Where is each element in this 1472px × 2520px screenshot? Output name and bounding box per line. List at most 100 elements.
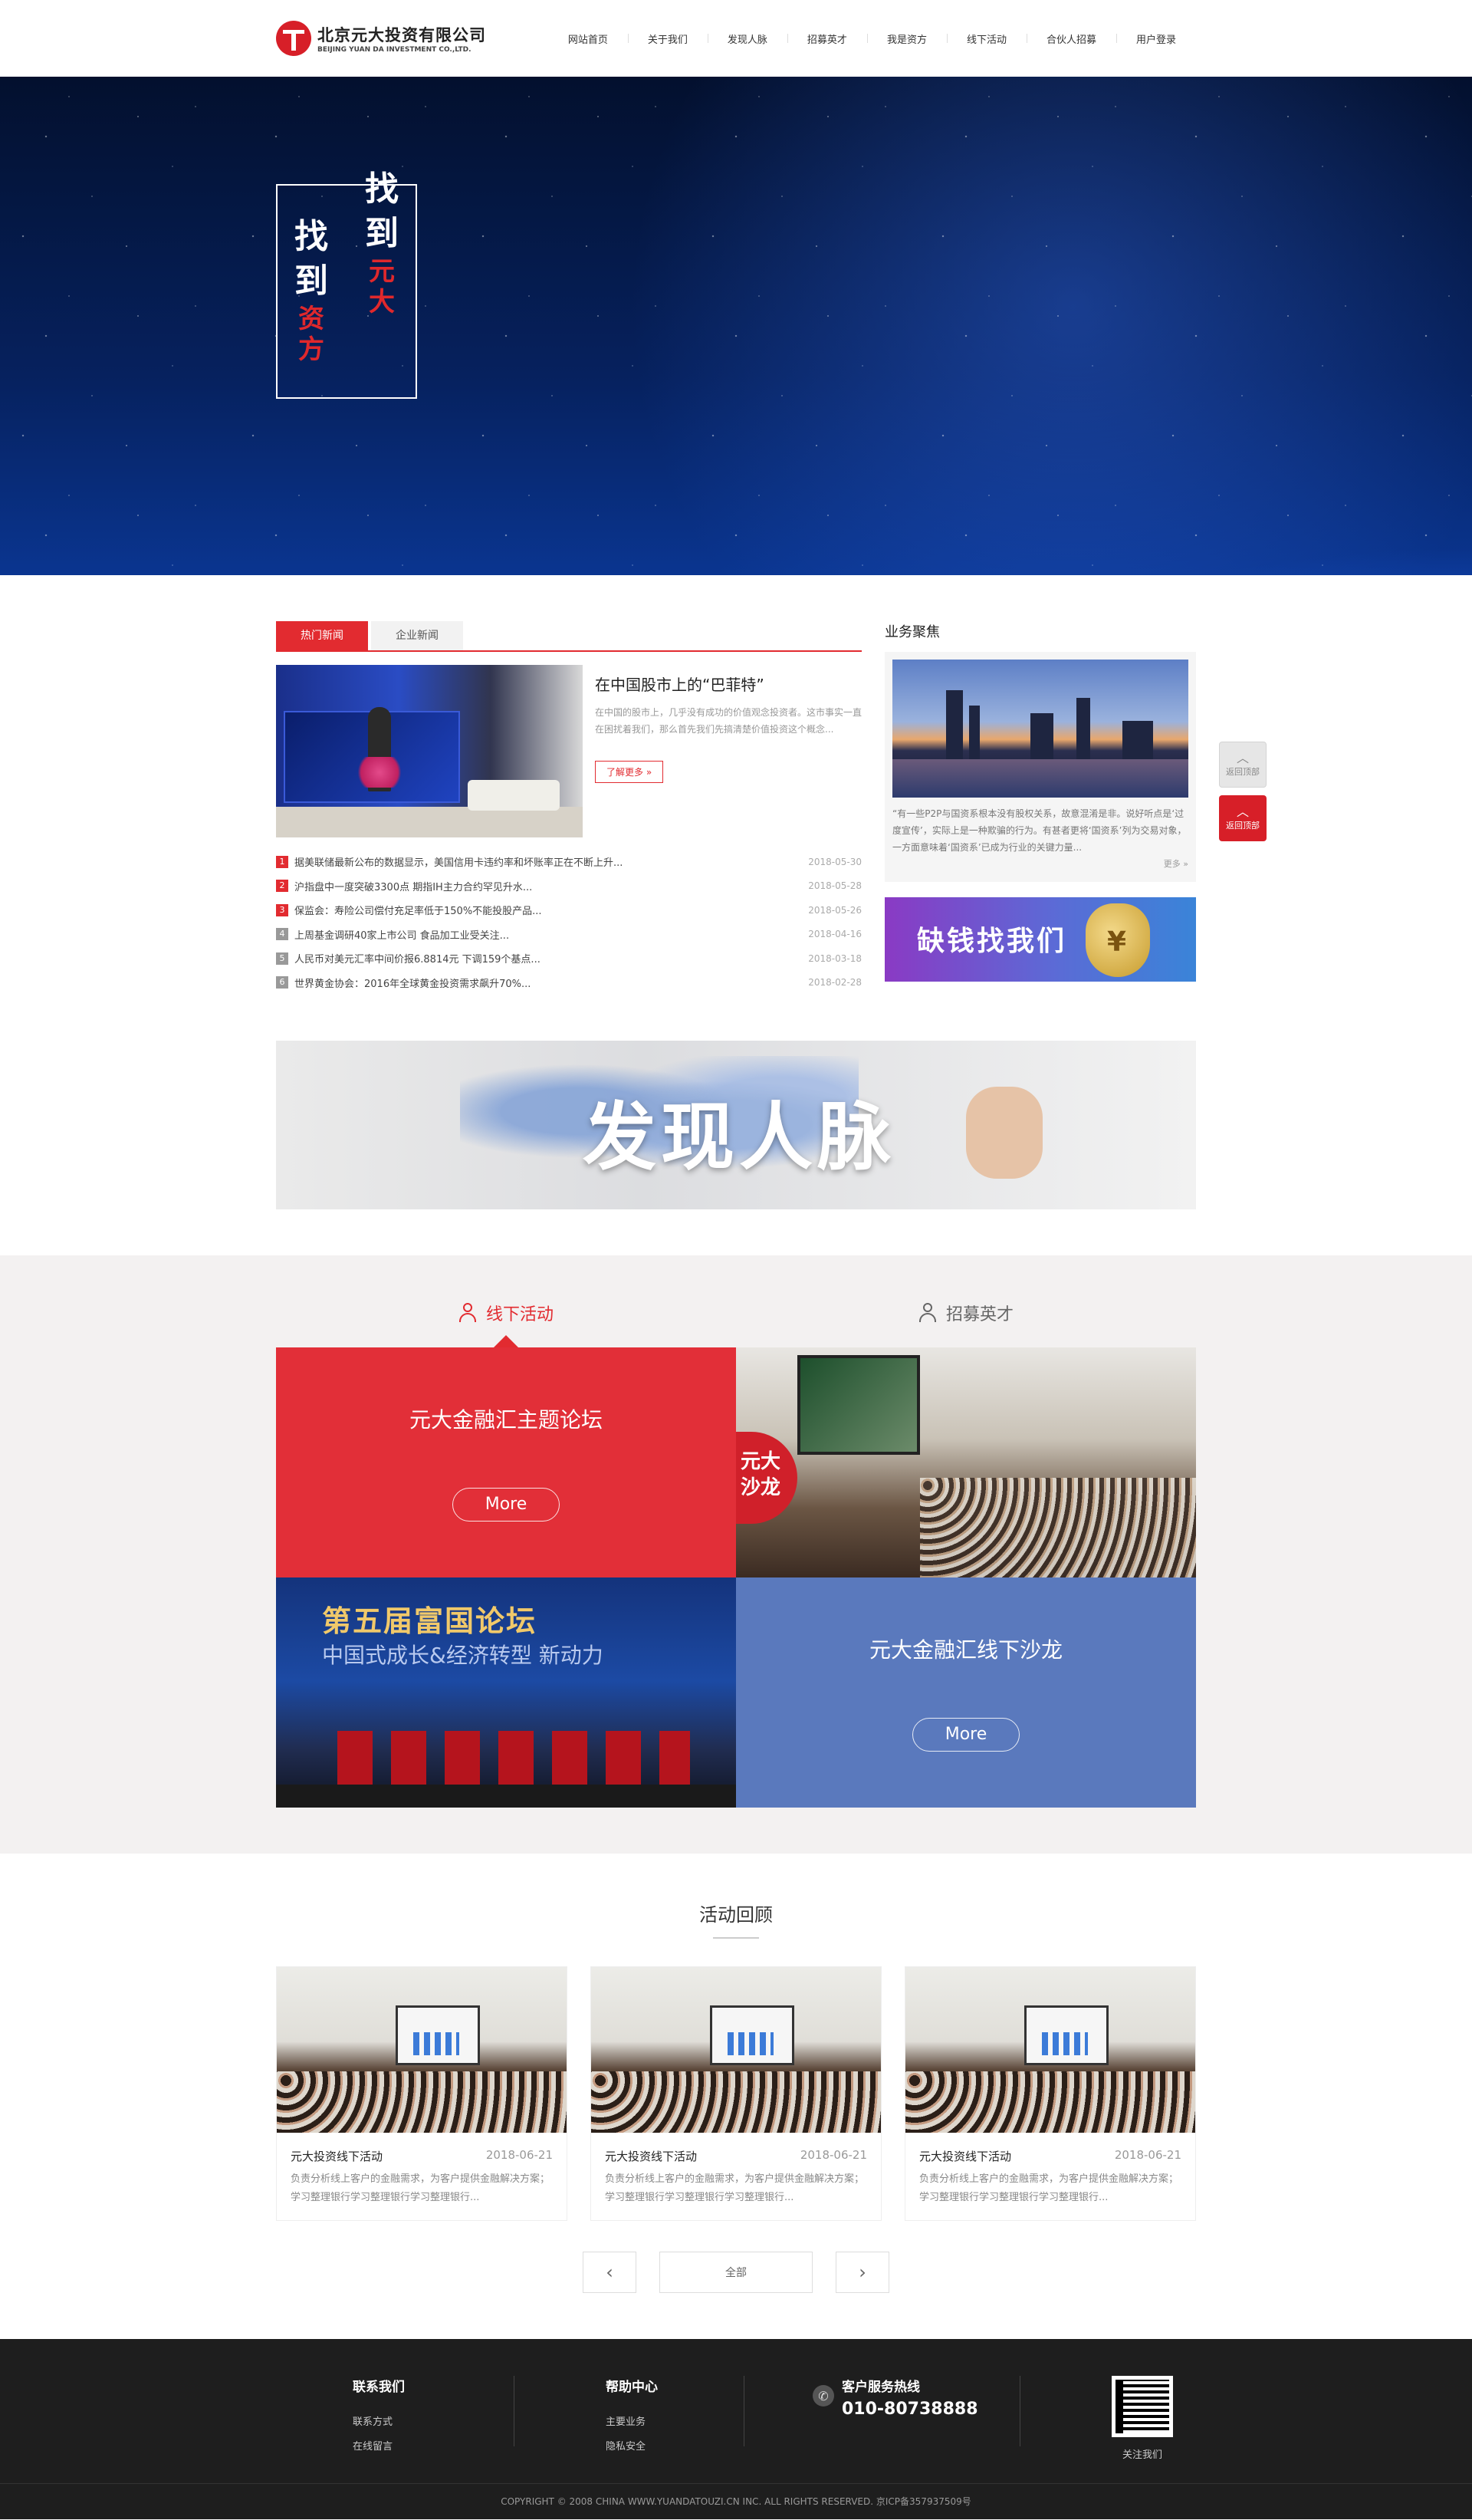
card-title: 元大投资线下活动 (919, 2150, 1012, 2163)
nav-home[interactable]: 网站首页 (548, 31, 628, 46)
footer: 联系我们 联系方式 在线留言 帮助中心 主要业务 隐私安全 ✆ 客户服务热线 0… (0, 2339, 1472, 2519)
city-skyline-image[interactable] (892, 660, 1188, 798)
footer-link-contact[interactable]: 联系方式 (353, 2410, 514, 2435)
review-section: 活动回顾 元大投资线下活动 2018-06-21 负责分析线上客户的金融需求，为客… (0, 1854, 1472, 2293)
nav-partner[interactable]: 合伙人招募 (1026, 31, 1116, 46)
footer-link-message[interactable]: 在线留言 (353, 2435, 514, 2459)
salon-photo[interactable]: 元大沙龙 (736, 1347, 1196, 1577)
news-title: 人民币对美元汇率中间价报6.8814元 下调159个基点... (294, 954, 540, 966)
footer-link-privacy[interactable]: 隐私安全 (606, 2435, 744, 2459)
list-item[interactable]: 6 世界黄金协会：2016年全球黄金投资需求飙升70%... 2018-02-28 (276, 971, 862, 995)
footer-hotline: ✆ 客户服务热线 010-80738888 (744, 2376, 1020, 2483)
nav-investor[interactable]: 我是资方 (866, 31, 947, 46)
news-title: 沪指盘中一度突破3300点 期指IH主力合约罕见升水... (294, 881, 533, 893)
list-item[interactable]: 2 沪指盘中一度突破3300点 期指IH主力合约罕见升水... 2018-05-2… (276, 874, 862, 899)
section-title: 活动回顾 (276, 1900, 1196, 1939)
tab-recruitment[interactable]: 招募英才 (736, 1294, 1196, 1332)
footer-help: 帮助中心 主要业务 隐私安全 (514, 2376, 744, 2483)
focus-more-link[interactable]: 更多 » (892, 857, 1188, 870)
news-title: 世界黄金协会：2016年全球黄金投资需求飙升70%... (294, 978, 531, 990)
back-to-top-red-button[interactable]: ︿ 返回顶部 (1219, 795, 1267, 841)
banner-slogan: 找到 元大 找到 资方 (276, 169, 417, 399)
nav-network[interactable]: 发现人脉 (707, 31, 787, 46)
focus-panel: 业务聚焦 “有一些P2P与国资系根本没有股权关系，故意混淆是非。说好听点是‘过度… (885, 621, 1196, 995)
nav-offline[interactable]: 线下活动 (946, 31, 1027, 46)
ad-text: 缺钱找我们 (917, 926, 1067, 957)
card-title: 元大投资线下活动 (605, 2150, 698, 2163)
logo[interactable]: 北京元大投资有限公司 BEIJING YUAN DA INVESTMENT CO… (276, 21, 486, 56)
forum-photo-title: 第五届富国论坛 (322, 1604, 537, 1638)
hotline-title: 客户服务热线 (842, 2380, 920, 2395)
review-card[interactable]: 元大投资线下活动 2018-06-21 负责分析线上客户的金融需求，为客户提供金融… (905, 1966, 1196, 2221)
chevron-left-icon[interactable]: ‹ (583, 2252, 636, 2293)
review-card[interactable]: 元大投资线下活动 2018-06-21 负责分析线上客户的金融需求，为客户提供金融… (276, 1966, 567, 2221)
user-icon (918, 1303, 938, 1323)
news-title: 上周基金调研40家上市公司 食品加工业受关注... (294, 929, 510, 942)
rank-badge: 3 (276, 903, 288, 916)
nav-recruit[interactable]: 招募英才 (787, 31, 867, 46)
review-card[interactable]: 元大投资线下活动 2018-06-21 负责分析线上客户的金融需求，为客户提供金融… (590, 1966, 882, 2221)
list-item[interactable]: 4 上周基金调研40家上市公司 食品加工业受关注... 2018-04-16 (276, 923, 862, 947)
footer-help-title: 帮助中心 (606, 2380, 658, 2395)
tab-offline-activities[interactable]: 线下活动 (276, 1294, 736, 1347)
rank-badge: 5 (276, 952, 288, 965)
banner-title: 发现人脉 (583, 1094, 895, 1180)
discover-network-banner[interactable]: 发现人脉 (276, 1041, 1196, 1209)
logo-icon (276, 21, 311, 56)
copyright: COPYRIGHT © 2008 CHINA WWW.YUANDATOUZI.C… (0, 2483, 1472, 2519)
headline-image[interactable] (276, 665, 583, 837)
headline-news: 在中国股市上的“巴菲特” 在中国的股市上，几乎没有成功的价值观念投资者。这市事实… (276, 665, 862, 837)
review-cards: 元大投资线下活动 2018-06-21 负责分析线上客户的金融需求，为客户提供金融… (276, 1966, 1196, 2221)
news-list: 1 据美联储最新公布的数据显示，美国信用卡违约率和坏账率正在不断上升... 201… (276, 850, 862, 995)
forum-photo[interactable]: 第五届富国论坛 中国式成长&经济转型 新动力 (276, 1577, 736, 1808)
activity-tabs: 线下活动 招募英才 (276, 1294, 1196, 1347)
hero-banner: 找到 元大 找到 资方 (0, 77, 1472, 575)
card-desc: 负责分析线上客户的金融需求，为客户提供金融解决方案；学习整理银行学习整理银行学习… (605, 2173, 865, 2203)
news-date: 2018-05-30 (808, 856, 862, 867)
rank-badge: 4 (276, 928, 288, 941)
hotline-number[interactable]: 010-80738888 (842, 2398, 978, 2421)
news-title: 据美联储最新公布的数据显示，美国信用卡违约率和坏账率正在不断上升... (294, 857, 623, 870)
chevron-up-icon: ︿ (1236, 751, 1249, 765)
card-image (905, 1967, 1195, 2133)
salon-card: 元大金融汇线下沙龙 More (736, 1577, 1196, 1808)
hand-graphic (966, 1087, 1043, 1179)
nav-login[interactable]: 用户登录 (1116, 31, 1196, 46)
tab-hot-news[interactable]: 热门新闻 (276, 621, 368, 650)
tab-company-news[interactable]: 企业新闻 (371, 621, 463, 650)
list-item[interactable]: 3 保监会：寿险公司偿付充足率低于150%不能投股产品... 2018-05-26 (276, 898, 862, 923)
rank-badge: 6 (276, 976, 288, 989)
chevron-up-icon: ︿ (1236, 804, 1249, 819)
nav-about[interactable]: 关于我们 (627, 31, 708, 46)
forum-photo-subtitle: 中国式成长&经济转型 新动力 (322, 1643, 603, 1668)
chevron-right-icon[interactable]: › (836, 2252, 889, 2293)
news-date: 2018-05-26 (808, 904, 862, 916)
salon-more-button[interactable]: More (912, 1718, 1020, 1752)
news-title: 保监会：寿险公司偿付充足率低于150%不能投股产品... (294, 906, 542, 918)
news-date: 2018-04-16 (808, 929, 862, 940)
slogan-column-2: 找到 资方 (294, 217, 328, 365)
view-all-button[interactable]: 全部 (659, 2252, 813, 2293)
phone-icon: ✆ (813, 2385, 834, 2407)
headline-title[interactable]: 在中国股市上的“巴菲特” (595, 673, 862, 695)
list-item[interactable]: 1 据美联储最新公布的数据显示，美国信用卡违约率和坏账率正在不断上升... 201… (276, 850, 862, 874)
activities-section: 线下活动 招募英才 元大金融汇主题论坛 More 元大沙龙 第五届富国论坛 中国… (0, 1255, 1472, 1854)
focus-title: 业务聚焦 (885, 624, 940, 640)
card-image (591, 1967, 881, 2133)
footer-link-business[interactable]: 主要业务 (606, 2410, 744, 2435)
forum-more-button[interactable]: More (452, 1488, 560, 1522)
card-desc: 负责分析线上客户的金融需求，为客户提供金融解决方案；学习整理银行学习整理银行学习… (919, 2173, 1179, 2203)
side-float: ︿ 返回顶部 ︿ 返回顶部 (1219, 742, 1267, 849)
list-item[interactable]: 5 人民币对美元汇率中间价报6.8814元 下调159个基点... 2018-03… (276, 946, 862, 971)
rank-badge: 2 (276, 880, 288, 893)
news-date: 2018-03-18 (808, 952, 862, 964)
back-to-top-button[interactable]: ︿ 返回顶部 (1219, 742, 1267, 788)
people-icon (458, 1303, 478, 1323)
learn-more-button[interactable]: 了解更多 » (595, 761, 664, 783)
need-money-ad[interactable]: 缺钱找我们 ¥ (885, 897, 1196, 982)
qrcode-icon (1112, 2376, 1173, 2437)
card-date: 2018-06-21 (485, 2148, 553, 2162)
rank-badge: 1 (276, 855, 288, 868)
logo-subtitle: BEIJING YUAN DA INVESTMENT CO.,LTD. (317, 46, 472, 54)
footer-contact: 联系我们 联系方式 在线留言 (276, 2376, 514, 2483)
